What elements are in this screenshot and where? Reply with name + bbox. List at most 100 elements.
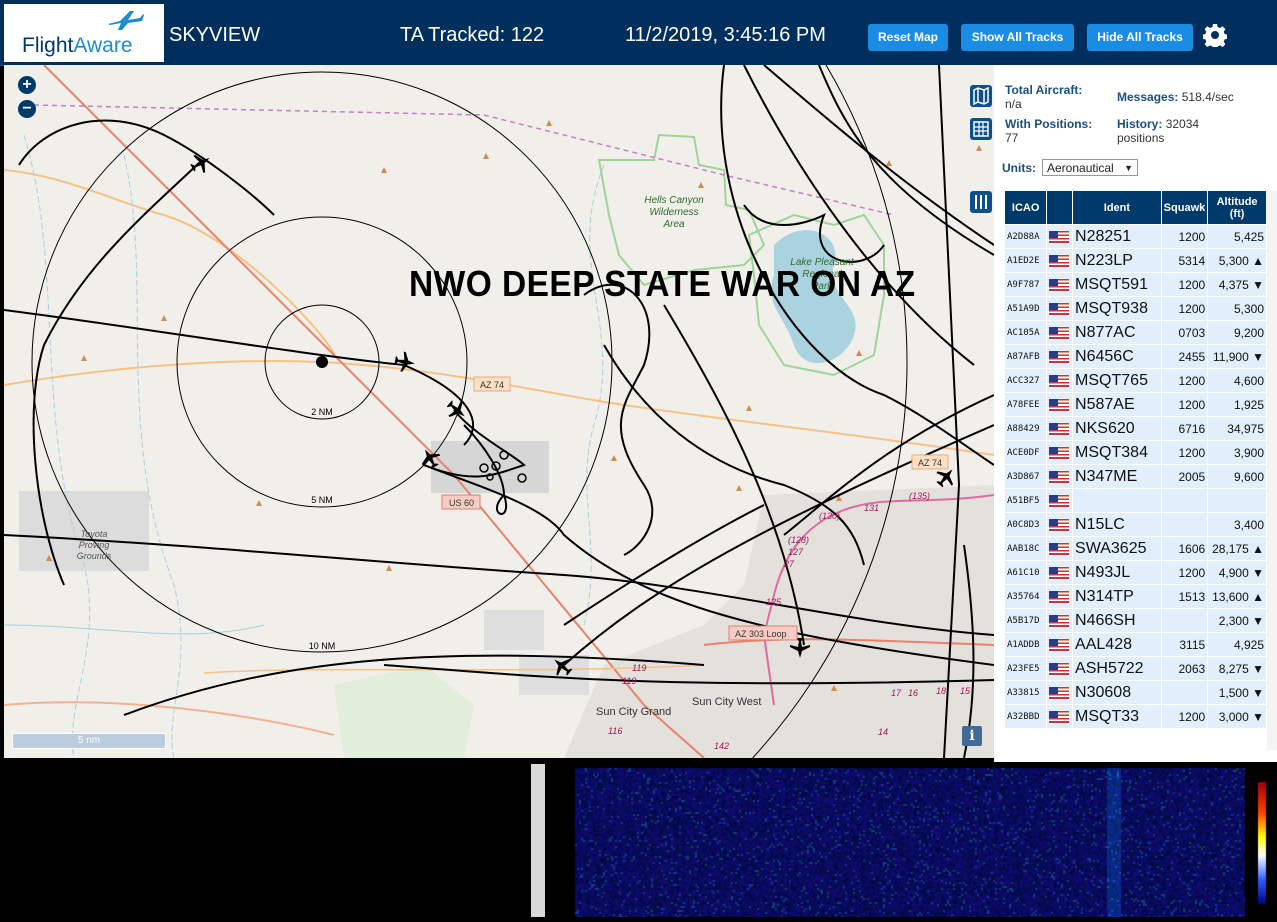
- col-icao[interactable]: ICAO: [1005, 191, 1047, 224]
- cell-ident: N28251: [1073, 225, 1161, 248]
- us-flag-icon: [1049, 663, 1070, 676]
- table-row[interactable]: ACC327 MSQT765 1200 4,600: [1005, 369, 1266, 392]
- us-flag-icon: [1049, 591, 1070, 604]
- cell-icao: A0C8D3: [1005, 513, 1047, 536]
- table-row[interactable]: A2D88A N28251 1200 5,425: [1005, 225, 1266, 248]
- table-row[interactable]: A35764 N314TP 1513 13,600 ▲: [1005, 585, 1266, 608]
- cell-squawk: 1200: [1161, 273, 1208, 296]
- table-row[interactable]: A87AFB N6456C 2455 11,900 ▼: [1005, 345, 1266, 368]
- table-row[interactable]: A51A9D MSQT938 1200 5,300: [1005, 297, 1266, 320]
- cell-altitude: 4,600: [1208, 369, 1266, 392]
- show-all-tracks-button[interactable]: Show All Tracks: [961, 24, 1074, 51]
- zoom-in-button[interactable]: +: [18, 76, 36, 94]
- scale-bar: 5 nm: [12, 733, 166, 749]
- table-row[interactable]: A88429 NKS620 6716 34,975: [1005, 417, 1266, 440]
- reset-map-button[interactable]: Reset Map: [868, 24, 948, 51]
- map-canvas[interactable]: Hells Canyon Wilderness Area Lake Pleasa…: [4, 65, 994, 758]
- table-scrollbar[interactable]: [1267, 190, 1277, 750]
- cell-squawk: 1200: [1161, 393, 1208, 416]
- cell-icao: A51A9D: [1005, 297, 1047, 320]
- table-row[interactable]: AC105A N877AC 0703 9,200: [1005, 321, 1266, 344]
- total-aircraft: Total Aircraft: n/a: [1005, 83, 1082, 111]
- cell-flag: [1047, 441, 1073, 464]
- aircraft-table-container[interactable]: ICAO Ident Squawk Altitude (ft) A2D88A N2…: [1004, 190, 1267, 762]
- us-flag-icon: [1049, 495, 1070, 508]
- columns-toggle-button[interactable]: [970, 191, 992, 213]
- map-icon: [973, 86, 989, 106]
- table-row[interactable]: A32BBD MSQT33 1200 3,000 ▼: [1005, 705, 1266, 728]
- table-row[interactable]: AAB18C SWA3625 1606 28,175 ▲: [1005, 537, 1266, 560]
- cell-squawk: 1200: [1161, 441, 1208, 464]
- table-row[interactable]: A1ED2E N223LP 5314 5,300 ▲: [1005, 249, 1266, 272]
- cell-ident: N493JL: [1073, 561, 1161, 584]
- zoom-out-button[interactable]: −: [18, 100, 36, 118]
- cell-squawk: 2455: [1161, 345, 1208, 368]
- cell-icao: A3D867: [1005, 465, 1047, 488]
- road-shield-label: AZ 74: [918, 458, 942, 468]
- flightaware-logo[interactable]: FlightAware: [4, 4, 164, 62]
- table-row[interactable]: A1ADDB AAL428 3115 4,925: [1005, 633, 1266, 656]
- us-flag-icon: [1049, 351, 1070, 364]
- cell-altitude: 1,500 ▼: [1208, 681, 1266, 704]
- table-row[interactable]: A5B17D N466SH 2,300 ▼: [1005, 609, 1266, 632]
- grid-icon: [973, 121, 989, 137]
- col-altitude[interactable]: Altitude (ft): [1208, 191, 1266, 224]
- table-row[interactable]: A23FE5 ASH5722 2063 8,275 ▼: [1005, 657, 1266, 680]
- cell-altitude: 2,300 ▼: [1208, 609, 1266, 632]
- col-ident[interactable]: Ident: [1073, 191, 1161, 224]
- us-flag-icon: [1049, 279, 1070, 292]
- cell-altitude: 3,000 ▼: [1208, 705, 1266, 728]
- cell-icao: A35764: [1005, 585, 1047, 608]
- map-view[interactable]: Hells Canyon Wilderness Area Lake Pleasa…: [4, 65, 994, 758]
- grid-toggle-button[interactable]: [970, 118, 992, 140]
- cell-ident: AAL428: [1073, 633, 1161, 656]
- window-divider[interactable]: [531, 764, 545, 917]
- cell-altitude: 4,375 ▼: [1208, 273, 1266, 296]
- route-label: (130): [819, 511, 840, 521]
- units-select[interactable]: Aeronautical ▼: [1042, 159, 1138, 176]
- us-flag-icon: [1049, 711, 1070, 724]
- table-row[interactable]: A78FEE N587AE 1200 1,925: [1005, 393, 1266, 416]
- history-value: 32034: [1165, 117, 1200, 131]
- total-aircraft-value: n/a: [1005, 97, 1022, 111]
- us-flag-icon: [1049, 399, 1070, 412]
- table-row[interactable]: A33815 N30608 1,500 ▼: [1005, 681, 1266, 704]
- cell-altitude: 3,400: [1208, 513, 1266, 536]
- route-label: 119: [632, 663, 646, 673]
- aircraft-icon[interactable]: [443, 396, 471, 424]
- col-squawk[interactable]: Squawk: [1161, 191, 1208, 224]
- cell-squawk: 2005: [1161, 465, 1208, 488]
- us60-road: [43, 65, 705, 758]
- cell-altitude: 3,900: [1208, 441, 1266, 464]
- cell-squawk: 3115: [1161, 633, 1208, 656]
- us-flag-icon: [1049, 543, 1070, 556]
- cell-squawk: 1200: [1161, 225, 1208, 248]
- table-row[interactable]: A51BF5: [1005, 489, 1266, 512]
- cell-flag: [1047, 465, 1073, 488]
- us-flag-icon: [1049, 327, 1070, 340]
- us-flag-icon: [1049, 615, 1070, 628]
- hide-all-tracks-button[interactable]: Hide All Tracks: [1087, 24, 1193, 51]
- table-row[interactable]: A3D867 N347ME 2005 9,600: [1005, 465, 1266, 488]
- gear-icon[interactable]: [1203, 23, 1227, 47]
- cell-flag: [1047, 273, 1073, 296]
- ring-label: 5 NM: [311, 495, 333, 505]
- cell-ident: MSQT765: [1073, 369, 1161, 392]
- us-flag-icon: [1049, 519, 1070, 532]
- dropdown-arrow-icon: ▼: [1124, 163, 1133, 173]
- info-button[interactable]: i: [962, 726, 982, 746]
- cell-ident: N30608: [1073, 681, 1161, 704]
- cell-flag: [1047, 345, 1073, 368]
- table-row[interactable]: A9F787 MSQT591 1200 4,375 ▼: [1005, 273, 1266, 296]
- table-row[interactable]: A0C8D3 N15LC 3,400: [1005, 513, 1266, 536]
- cell-squawk: 1606: [1161, 537, 1208, 560]
- logo-text-flight: Flight: [22, 34, 74, 57]
- cell-squawk: 1200: [1161, 705, 1208, 728]
- route-label: 127: [788, 547, 804, 557]
- spectrogram-canvas: [545, 764, 1277, 917]
- cell-altitude: 5,425: [1208, 225, 1266, 248]
- map-layers-button[interactable]: [970, 85, 992, 107]
- col-flag[interactable]: [1047, 191, 1073, 224]
- table-row[interactable]: ACE0DF MSQT384 1200 3,900: [1005, 441, 1266, 464]
- table-row[interactable]: A61C10 N493JL 1200 4,900 ▼: [1005, 561, 1266, 584]
